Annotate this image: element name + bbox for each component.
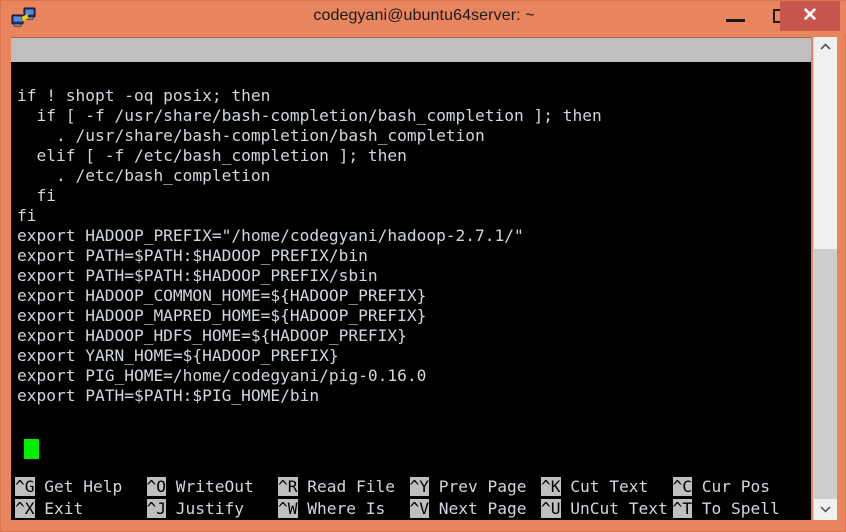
shortcut-key: ^V xyxy=(409,499,429,518)
shortcut-key: ^Y xyxy=(409,477,429,496)
scrollbar-thumb[interactable] xyxy=(814,249,837,506)
shortcut-label: To Spell xyxy=(692,499,780,518)
shortcut-item[interactable]: ^V Next Page xyxy=(409,498,527,520)
shortcut-label: Cur Pos xyxy=(692,477,770,496)
editor-line: if ! shopt -oq posix; then xyxy=(17,86,271,105)
shortcut-item[interactable]: ^R Read File xyxy=(278,476,395,498)
editor-line: . /usr/share/bash-completion/bash_comple… xyxy=(17,126,485,145)
shortcut-key: ^W xyxy=(278,499,298,518)
shortcut-item[interactable]: ^U UnCut Text xyxy=(541,498,668,520)
close-icon: ✕ xyxy=(802,5,818,26)
shortcut-label: Justify xyxy=(166,499,244,518)
shortcut-label: Get Help xyxy=(34,477,123,496)
editor-line: . /etc/bash_completion xyxy=(17,166,271,185)
editor-line: export YARN_HOME=${HADOOP_PREFIX} xyxy=(17,346,339,365)
nano-text-buffer[interactable]: if ! shopt -oq posix; then if [ -f /usr/… xyxy=(17,66,811,506)
editor-line: export HADOOP_PREFIX="/home/codegyani/ha… xyxy=(17,226,524,245)
minimize-button[interactable] xyxy=(713,1,759,31)
shortcut-label: Next Page xyxy=(429,499,527,518)
shortcut-label: Exit xyxy=(34,499,84,518)
shortcut-row-top: ^G Get Help ^O WriteOut ^R Read File ^Y Pre… xyxy=(11,476,811,498)
shortcut-label: UnCut Text xyxy=(560,499,668,518)
shortcut-key: ^C xyxy=(672,477,692,496)
nano-title-bar: GNU nano 2.2.6 File: /home/codegyani/.ba… xyxy=(11,38,811,83)
terminal-screen[interactable]: GNU nano 2.2.6 File: /home/codegyani/.ba… xyxy=(11,37,811,520)
editor-line: export PATH=$PATH:$HADOOP_PREFIX/bin xyxy=(17,246,368,265)
shortcut-item[interactable]: ^J Justify xyxy=(146,498,244,520)
editor-line: export HADOOP_COMMON_HOME=${HADOOP_PREFI… xyxy=(17,286,427,305)
editor-line: fi xyxy=(17,186,56,205)
editor-line: if [ -f /usr/share/bash-completion/bash_… xyxy=(17,106,602,125)
shortcut-key: ^J xyxy=(146,499,166,518)
shortcut-key: ^K xyxy=(541,477,561,496)
editor-line: elif [ -f /etc/bash_completion ]; then xyxy=(17,146,407,165)
scroll-up-icon[interactable] xyxy=(814,37,837,58)
shortcut-label: Cut Text xyxy=(560,477,649,496)
nano-shortcut-bar: ^G Get Help ^O WriteOut ^R Read File ^Y Pre… xyxy=(11,476,811,520)
editor-line: export HADOOP_MAPRED_HOME=${HADOOP_PREFI… xyxy=(17,306,427,325)
shortcut-key: ^X xyxy=(15,499,35,518)
shortcut-row-bottom: ^X Exit ^J Justify ^W Where Is ^V Next Page… xyxy=(11,498,811,520)
vertical-scrollbar[interactable] xyxy=(813,37,837,520)
editor-line: export PIG_HOME=/home/codegyani/pig-0.16… xyxy=(17,366,427,385)
editor-line: fi xyxy=(17,206,37,225)
editor-line: export HADOOP_HDFS_HOME=${HADOOP_PREFIX} xyxy=(17,326,407,345)
shortcut-item[interactable]: ^C Cur Pos xyxy=(672,476,770,498)
shortcut-key: ^O xyxy=(146,477,166,496)
shortcut-key: ^T xyxy=(672,499,692,518)
shortcut-key: ^U xyxy=(541,499,561,518)
shortcut-item[interactable]: ^Y Prev Page xyxy=(409,476,527,498)
shortcut-item[interactable]: ^T To Spell xyxy=(672,498,780,520)
putty-terminal-window: codegyani@ubuntu64server: ~ ✕ GNU nano 2… xyxy=(0,0,846,532)
window-frame: codegyani@ubuntu64server: ~ ✕ GNU nano 2… xyxy=(0,0,846,532)
title-bar[interactable]: codegyani@ubuntu64server: ~ ✕ xyxy=(1,1,846,34)
editor-line: export PATH=$PATH:$PIG_HOME/bin xyxy=(17,386,320,405)
editor-line: export PATH=$PATH:$HADOOP_PREFIX/sbin xyxy=(17,266,378,285)
shortcut-item[interactable]: ^O WriteOut xyxy=(146,476,254,498)
minimize-icon xyxy=(726,19,745,22)
shortcut-label: WriteOut xyxy=(166,477,254,496)
shortcut-item[interactable]: ^W Where Is xyxy=(278,498,385,520)
text-cursor xyxy=(24,439,39,459)
shortcut-label: Where Is xyxy=(297,499,386,518)
shortcut-key: ^R xyxy=(278,477,298,496)
scroll-down-icon[interactable] xyxy=(814,499,837,520)
shortcut-item[interactable]: ^G Get Help xyxy=(15,476,122,498)
shortcut-label: Prev Page xyxy=(429,477,527,496)
shortcut-label: Read File xyxy=(297,477,395,496)
shortcut-item[interactable]: ^K Cut Text xyxy=(541,476,648,498)
shortcut-item[interactable]: ^X Exit xyxy=(15,498,83,520)
shortcut-key: ^G xyxy=(15,477,35,496)
close-button[interactable]: ✕ xyxy=(780,1,840,31)
